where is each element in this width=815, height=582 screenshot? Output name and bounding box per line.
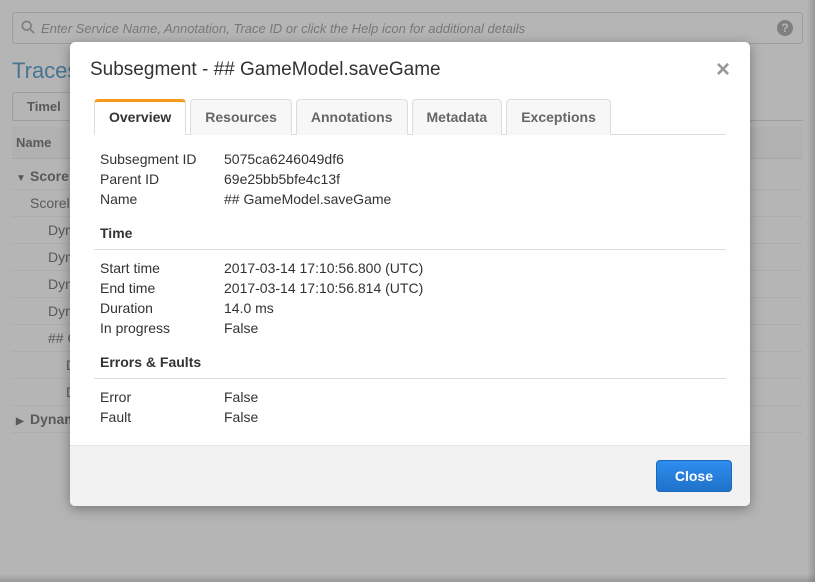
label-fault: Fault (100, 409, 224, 425)
overview-section: Subsegment ID5075ca6246049df6 Parent ID6… (94, 149, 726, 209)
tab-exceptions[interactable]: Exceptions (506, 99, 611, 135)
value-name: ## GameModel.saveGame (224, 191, 391, 207)
label-start-time: Start time (100, 260, 224, 276)
time-section: Start time2017-03-14 17:10:56.800 (UTC) … (94, 258, 726, 338)
divider (94, 249, 726, 250)
label-name: Name (100, 191, 224, 207)
errors-section: ErrorFalse FaultFalse (94, 387, 726, 427)
modal-footer: Close (70, 445, 750, 506)
modal-tabs: Overview Resources Annotations Metadata … (94, 98, 726, 135)
close-icon[interactable]: × (716, 58, 730, 82)
label-end-time: End time (100, 280, 224, 296)
section-time: Time (94, 221, 726, 245)
tab-overview[interactable]: Overview (94, 99, 186, 135)
value-subsegment-id: 5075ca6246049df6 (224, 151, 344, 167)
label-in-progress: In progress (100, 320, 224, 336)
label-subsegment-id: Subsegment ID (100, 151, 224, 167)
tab-metadata[interactable]: Metadata (412, 99, 503, 135)
value-end-time: 2017-03-14 17:10:56.814 (UTC) (224, 280, 423, 296)
divider (94, 378, 726, 379)
label-parent-id: Parent ID (100, 171, 224, 187)
subsegment-modal: Subsegment - ## GameModel.saveGame × Ove… (70, 42, 750, 506)
value-parent-id: 69e25bb5bfe4c13f (224, 171, 340, 187)
section-errors: Errors & Faults (94, 350, 726, 374)
modal-body: Overview Resources Annotations Metadata … (70, 92, 750, 445)
modal-header: Subsegment - ## GameModel.saveGame × (70, 42, 750, 92)
value-in-progress: False (224, 320, 258, 336)
label-duration: Duration (100, 300, 224, 316)
tab-resources[interactable]: Resources (190, 99, 292, 135)
value-duration: 14.0 ms (224, 300, 274, 316)
value-fault: False (224, 409, 258, 425)
modal-title: Subsegment - ## GameModel.saveGame (90, 59, 441, 81)
tab-annotations[interactable]: Annotations (296, 99, 408, 135)
close-button[interactable]: Close (656, 460, 732, 492)
value-start-time: 2017-03-14 17:10:56.800 (UTC) (224, 260, 423, 276)
value-error: False (224, 389, 258, 405)
label-error: Error (100, 389, 224, 405)
